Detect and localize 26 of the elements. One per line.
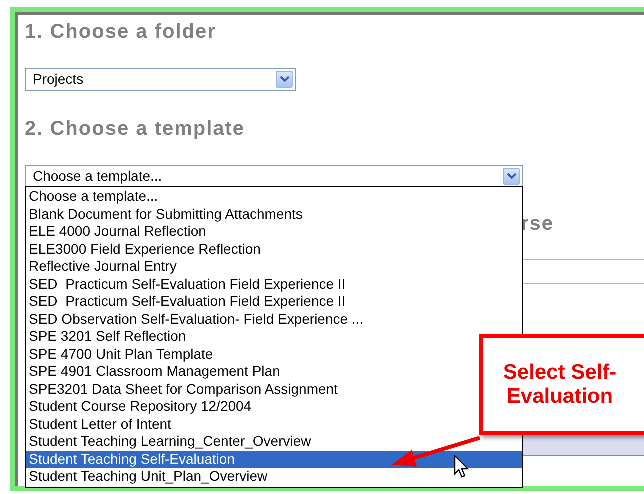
dropdown-option[interactable]: Student Teaching Learning_Center_Overview bbox=[26, 433, 314, 450]
caret-icon bbox=[503, 168, 520, 185]
caret-icon bbox=[276, 71, 293, 88]
dropdown-option[interactable]: SED Observation Self-Evaluation- Field Experience ... bbox=[26, 310, 367, 328]
section-heading: rse bbox=[521, 212, 554, 236]
select-field[interactable]: Projects bbox=[25, 68, 296, 91]
section-heading: 1. Choose a folder bbox=[25, 20, 218, 44]
dropdown-option[interactable]: Student Course Repository 12/2004 bbox=[26, 398, 255, 416]
dropdown-option[interactable]: SPE 4700 Unit Plan Template bbox=[26, 346, 216, 363]
dropdown-option[interactable]: SED Practicum Self-Evaluation Field Experience II bbox=[26, 276, 349, 293]
dropdown-option[interactable]: Student Teaching Self-Evaluation bbox=[26, 450, 522, 468]
callout-text: Select Self- Evaluation bbox=[503, 360, 618, 408]
dropdown-option[interactable]: Choose a template... bbox=[26, 188, 162, 206]
dropdown-option[interactable]: Student Teaching Unit_Plan_Overview bbox=[26, 468, 271, 486]
dropdown-option[interactable]: SED Practicum Self-Evaluation Field Experience II bbox=[26, 293, 349, 310]
select-field[interactable]: Choose a template... bbox=[25, 165, 523, 188]
dropdown-option[interactable]: ELE3000 Field Experience Reflection bbox=[26, 240, 264, 258]
section-heading: 2. Choose a template bbox=[25, 117, 246, 141]
dropdown-option[interactable]: Reflective Journal Entry bbox=[26, 258, 180, 276]
dropdown-option[interactable]: ELE 4000 Journal Reflection bbox=[26, 223, 210, 240]
dropdown-option[interactable]: SPE 4901 Classroom Management Plan bbox=[26, 363, 284, 380]
cursor-icon bbox=[454, 455, 470, 479]
dropdown-option[interactable]: SPE 3201 Self Reflection bbox=[26, 328, 190, 346]
dropdown-option[interactable]: Student Letter of Intent bbox=[26, 416, 174, 433]
dropdown-option[interactable]: Blank Document for Submitting Attachments bbox=[26, 206, 306, 223]
dropdown-option[interactable]: SPE3201 Data Sheet for Comparison Assignment bbox=[26, 380, 341, 398]
